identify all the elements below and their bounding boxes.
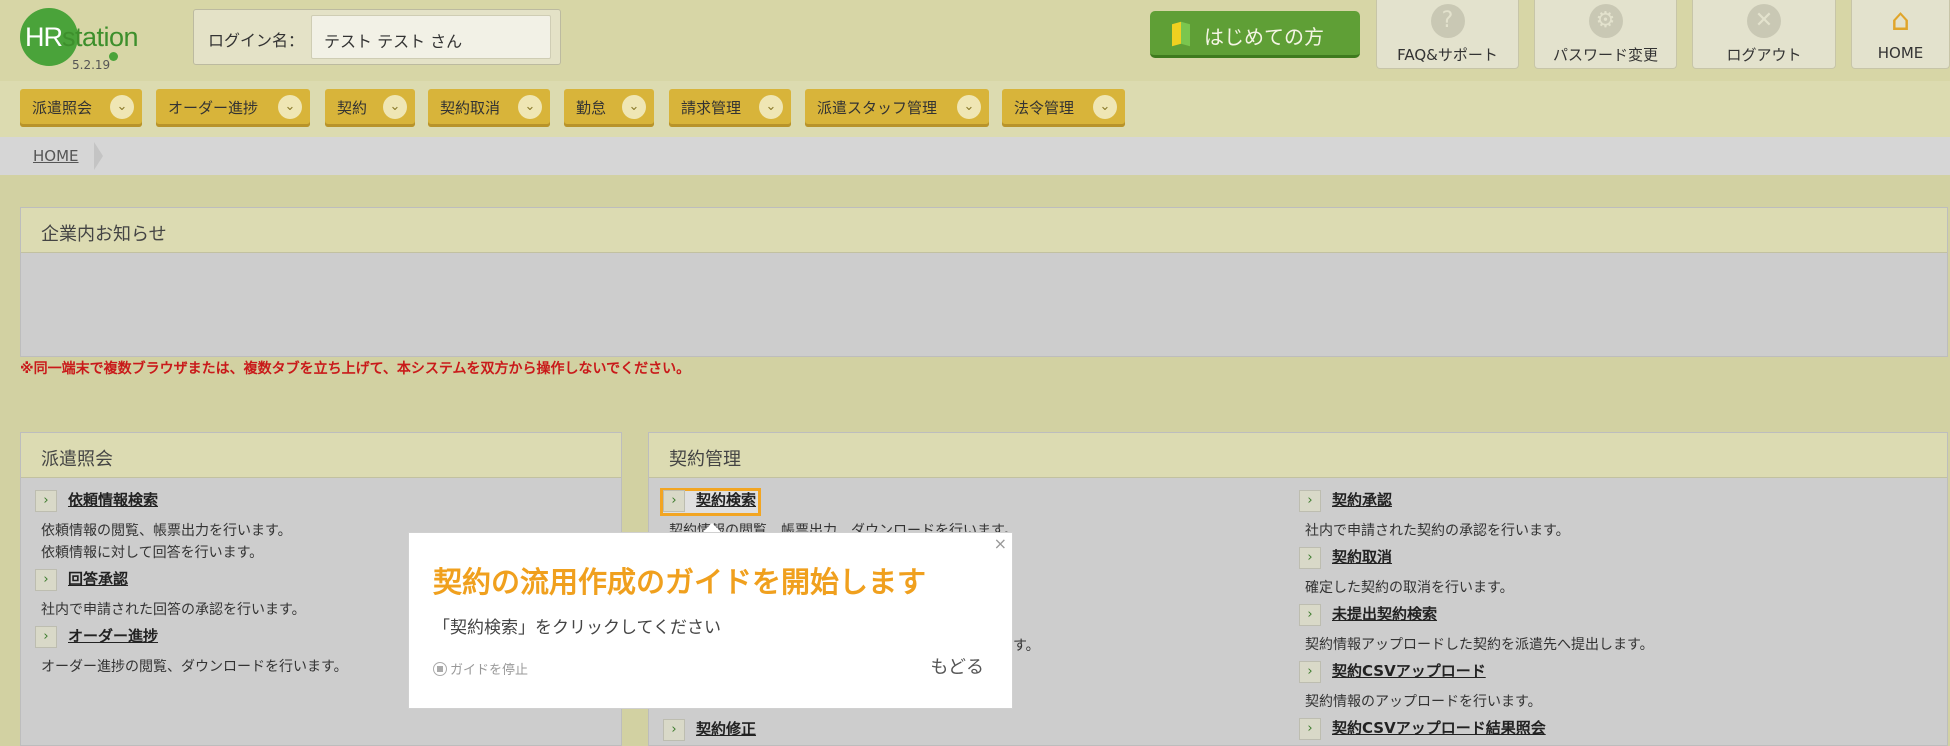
menu-label: 法令管理: [1014, 99, 1075, 117]
answer-approval-desc: 社内で申請された回答の承認を行います。: [41, 602, 306, 618]
chevron-right-icon: ›: [1299, 490, 1321, 512]
chevron-down-icon: ⌄: [278, 95, 302, 119]
gear-icon: ⚙: [1588, 4, 1623, 38]
order-progress-desc: オーダー進捗の閲覧、ダウンロードを行います。: [41, 659, 348, 675]
breadcrumb: [0, 137, 1950, 175]
guide-stop-button[interactable]: ガイドを停止: [433, 659, 528, 678]
csv-upload-link[interactable]: 契約CSVアップロード: [1332, 660, 1486, 681]
irai-answer-desc: 依頼情報に対して回答を行います。: [41, 545, 264, 561]
multi-tab-warning: ※同一端末で複数ブラウザまたは、複数タブを立ち上げて、本システムを双方から操作し…: [20, 361, 691, 377]
logo-station-text: station: [62, 22, 139, 52]
guide-stop-label: ガイドを停止: [450, 663, 529, 678]
keiyaku-modify-link[interactable]: 契約修正: [696, 718, 756, 739]
breadcrumb-home-link[interactable]: HOME: [20, 142, 96, 170]
menu-horei[interactable]: 法令管理 ⌄: [1002, 89, 1125, 127]
chevron-down-icon: ⌄: [383, 95, 407, 119]
menu-haken[interactable]: 派遣照会 ⌄: [20, 89, 142, 127]
chevron-right-icon: ›: [663, 719, 685, 741]
password-change-label: パスワード変更: [1552, 46, 1658, 64]
keiyaku-approval-desc: 社内で申請された契約の承認を行います。: [1305, 523, 1570, 539]
logout-label: ログアウト: [1726, 46, 1802, 64]
chevron-down-icon: ⌄: [518, 95, 542, 119]
close-icon[interactable]: ×: [994, 534, 1007, 553]
logo-hr-text: HR: [25, 22, 63, 52]
guide-title: 契約の流用作成のガイドを開始します: [433, 565, 927, 599]
chevron-right-icon: ›: [1299, 661, 1321, 683]
beginner-button-label: はじめての方: [1204, 25, 1324, 49]
menu-seikyu[interactable]: 請求管理 ⌄: [669, 89, 791, 127]
chevron-down-icon: ⌄: [1093, 95, 1117, 119]
order-progress-link[interactable]: オーダー進捗: [68, 625, 158, 646]
login-info-box: ログイン名： テスト テスト さん: [193, 9, 561, 65]
unsubmitted-search-desc: 契約情報アップロードした契約を派遣先へ提出します。: [1305, 637, 1654, 653]
stop-icon: [433, 662, 447, 676]
irai-search-desc: 依頼情報の閲覧、帳票出力を行います。: [41, 523, 292, 539]
beginner-button[interactable]: はじめての方: [1150, 11, 1360, 58]
menu-keiyaku[interactable]: 契約 ⌄: [325, 89, 415, 127]
logo-dot: [109, 52, 118, 61]
menu-keiyaku-torikeshi[interactable]: 契約取消 ⌄: [428, 89, 550, 127]
chevron-right-icon: ›: [1299, 604, 1321, 626]
chevron-right-icon: ›: [35, 490, 57, 512]
logout-button[interactable]: ✕ ログアウト: [1692, 0, 1836, 69]
chevron-right-icon: ›: [35, 626, 57, 648]
chevron-right-icon: ›: [35, 569, 57, 591]
close-circle-icon: ✕: [1747, 4, 1781, 38]
home-icon: ⌂: [1890, 3, 1911, 38]
guide-message: 「契約検索」をクリックしてください: [433, 618, 721, 638]
menu-order-progress[interactable]: オーダー進捗 ⌄: [156, 89, 310, 127]
menu-label: 派遣照会: [32, 99, 93, 117]
password-change-button[interactable]: ⚙ パスワード変更: [1534, 0, 1677, 69]
menu-label: 契約: [337, 99, 368, 117]
notice-panel-title: 企業内お知らせ: [21, 208, 1947, 253]
chevron-right-icon: ›: [663, 490, 685, 512]
chevron-down-icon: ⌄: [110, 95, 134, 119]
menu-label: オーダー進捗: [168, 99, 259, 117]
chevron-down-icon: ⌄: [957, 95, 981, 119]
csv-upload-result-link[interactable]: 契約CSVアップロード結果照会: [1332, 717, 1546, 738]
home-label: HOME: [1877, 44, 1924, 62]
chevron-down-icon: ⌄: [759, 95, 783, 119]
csv-upload-desc: 契約情報のアップロードを行います。: [1305, 694, 1542, 710]
keiyaku-search-link[interactable]: 契約検索: [696, 489, 756, 510]
guide-back-button[interactable]: もどる: [930, 653, 984, 679]
menu-label: 派遣スタッフ管理: [817, 99, 938, 117]
menu-kintai[interactable]: 勤怠 ⌄: [564, 89, 654, 127]
faq-support-button[interactable]: ? FAQ&サポート: [1376, 0, 1519, 69]
keiyaku-panel-title: 契約管理: [649, 433, 1947, 478]
hrstation-logo[interactable]: HR station 5.2.19: [20, 8, 165, 78]
version-label: 5.2.19: [72, 58, 111, 72]
unsubmitted-search-link[interactable]: 未提出契約検索: [1332, 603, 1437, 624]
menu-haken-staff[interactable]: 派遣スタッフ管理 ⌄: [805, 89, 989, 127]
menu-label: 契約取消: [440, 99, 501, 117]
guide-popup: × 契約の流用作成のガイドを開始します 「契約検索」をクリックしてください ガイ…: [408, 532, 1013, 709]
menu-label: 勤怠: [576, 99, 607, 117]
answer-approval-link[interactable]: 回答承認: [68, 568, 128, 589]
keiyaku-partial-desc: す。: [1013, 638, 1040, 654]
chevron-right-icon: ›: [1299, 718, 1321, 740]
keiyaku-cancel-link[interactable]: 契約取消: [1332, 546, 1392, 567]
chevron-down-icon: ⌄: [622, 95, 646, 119]
beginner-mark-icon: [1172, 21, 1190, 47]
menu-label: 請求管理: [681, 99, 742, 117]
chevron-right-icon: ›: [1299, 547, 1321, 569]
breadcrumb-separator: [94, 142, 103, 170]
notice-panel: 企業内お知らせ: [20, 207, 1948, 357]
keiyaku-approval-link[interactable]: 契約承認: [1332, 489, 1392, 510]
haken-panel-title: 派遣照会: [21, 433, 621, 478]
login-name-field: テスト テスト さん: [311, 15, 551, 59]
irai-search-link[interactable]: 依頼情報検索: [68, 489, 158, 510]
login-label: ログイン名：: [208, 31, 305, 50]
faq-support-label: FAQ&サポート: [1397, 46, 1498, 64]
question-icon: ?: [1430, 4, 1465, 38]
home-button[interactable]: ⌂ HOME: [1851, 0, 1950, 69]
keiyaku-cancel-desc: 確定した契約の取消を行います。: [1305, 580, 1514, 596]
